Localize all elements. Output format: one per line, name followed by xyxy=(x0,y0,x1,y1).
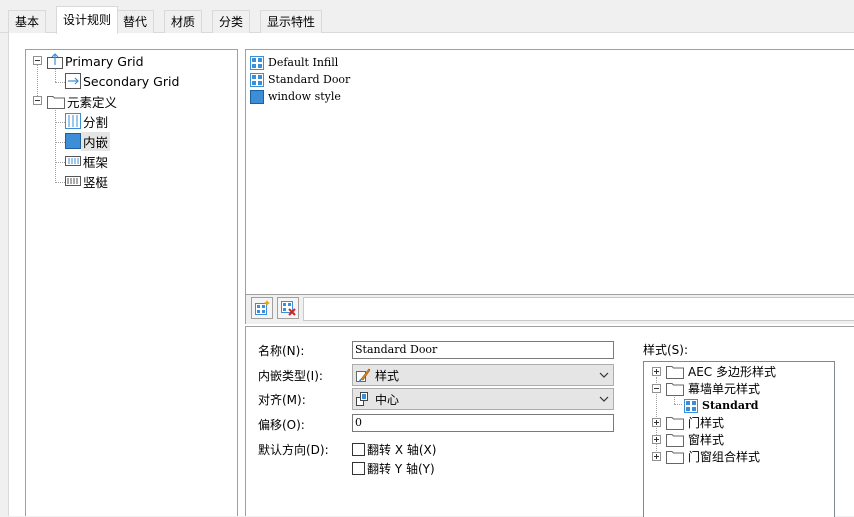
flip-y-label: 翻转 Y 轴(Y) xyxy=(367,462,435,476)
style-item-label: AEC 多边形样式 xyxy=(688,365,776,379)
infill-icon xyxy=(250,89,264,104)
frame-icon xyxy=(65,156,81,166)
tree-item-primary-grid[interactable]: Primary Grid xyxy=(47,52,146,70)
list-item-label: Default Infill xyxy=(268,56,339,69)
expand-toggle[interactable] xyxy=(652,435,661,444)
style-item-curtain-wall-unit[interactable]: 幕墙单元样式 xyxy=(666,380,760,397)
tree-item-label: 内嵌 xyxy=(81,131,111,151)
tab-display-properties[interactable]: 显示特性 xyxy=(260,10,323,33)
styles-label: 样式(S): xyxy=(643,343,689,357)
infill-list[interactable]: Default Infill Standard Door window styl… xyxy=(245,49,854,295)
chevron-down-icon xyxy=(599,396,609,402)
list-item[interactable]: Standard Door xyxy=(250,71,350,88)
align-label: 对齐(M): xyxy=(258,393,306,407)
folder-icon xyxy=(666,366,684,379)
align-value: 中心 xyxy=(375,392,400,407)
toolbar-filter-field[interactable] xyxy=(303,297,854,321)
checkbox-box[interactable] xyxy=(352,462,365,475)
infill-type-label: 内嵌类型(I): xyxy=(258,369,323,383)
folder-open-icon xyxy=(666,383,684,396)
infill-style-icon xyxy=(250,55,264,70)
primary-grid-icon xyxy=(47,53,63,69)
list-item[interactable]: window style xyxy=(250,88,341,105)
list-item-label: window style xyxy=(268,90,341,103)
brush-icon xyxy=(356,368,371,382)
tree-item-label: Secondary Grid xyxy=(83,73,180,89)
tree-item-secondary-grid[interactable]: Secondary Grid xyxy=(65,72,181,90)
infill-type-dropdown[interactable]: 样式 xyxy=(352,364,614,386)
collapse-toggle[interactable] xyxy=(33,56,42,65)
infill-style-icon xyxy=(684,398,698,413)
style-item-label: 门窗组合样式 xyxy=(688,450,761,464)
tree-item-label: 框架 xyxy=(83,154,109,170)
tree-item-label: 竖梃 xyxy=(83,174,109,190)
secondary-grid-icon xyxy=(65,73,81,89)
style-item-window[interactable]: 窗样式 xyxy=(666,431,724,448)
collapse-toggle[interactable] xyxy=(652,384,661,393)
style-item-door-window-assembly[interactable]: 门窗组合样式 xyxy=(666,448,760,465)
tab-overrides[interactable]: 替代 xyxy=(116,10,155,33)
style-item-door[interactable]: 门样式 xyxy=(666,414,724,431)
style-item-label: 幕墙单元样式 xyxy=(688,382,761,396)
style-item-standard[interactable]: Standard xyxy=(684,397,758,414)
tab-materials[interactable]: 材质 xyxy=(164,10,203,33)
name-field[interactable]: Standard Door xyxy=(352,341,614,359)
tree-item-label: 元素定义 xyxy=(67,94,118,110)
mullion-icon xyxy=(65,176,81,186)
tree-item-mullion[interactable]: 竖梃 xyxy=(65,172,110,190)
align-center-icon xyxy=(356,392,368,406)
tab-basic[interactable]: 基本 xyxy=(8,10,47,33)
tree-item-label: 分割 xyxy=(83,114,109,130)
infill-properties-panel: 名称(N): Standard Door 内嵌类型(I): 样式 对齐(M): … xyxy=(245,326,854,517)
offset-label: 偏移(O): xyxy=(258,418,305,432)
style-item-aec-polygon[interactable]: AEC 多边形样式 xyxy=(666,363,776,380)
chevron-down-icon xyxy=(599,372,609,378)
align-dropdown[interactable]: 中心 xyxy=(352,388,614,410)
list-item-label: Standard Door xyxy=(268,73,351,86)
style-item-label: Standard xyxy=(702,399,759,412)
expand-toggle[interactable] xyxy=(652,418,661,427)
expand-toggle[interactable] xyxy=(652,367,661,376)
division-icon xyxy=(65,113,81,129)
styles-tree[interactable]: AEC 多边形样式 幕墙单元样式 Standard 门样式 窗样式 门窗组合样式 xyxy=(643,361,835,517)
name-label: 名称(N): xyxy=(258,344,305,358)
tab-strip: 基本 设计规则 替代 材质 分类 显示特性 xyxy=(0,0,854,34)
delete-infill-icon xyxy=(281,301,296,316)
folder-icon xyxy=(47,96,65,109)
style-item-label: 门样式 xyxy=(688,416,725,430)
infill-icon xyxy=(65,133,81,149)
element-tree[interactable]: Primary Grid Secondary Grid 元素定义 分割 内嵌 框… xyxy=(25,49,238,516)
checkbox-box[interactable] xyxy=(352,443,365,456)
list-item[interactable]: Default Infill xyxy=(250,54,338,71)
tab-design-rules[interactable]: 设计规则 xyxy=(56,6,119,34)
folder-icon xyxy=(666,434,684,447)
tree-item-element-definitions[interactable]: 元素定义 xyxy=(47,92,119,110)
list-toolbar xyxy=(245,295,854,324)
style-item-label: 窗样式 xyxy=(688,433,725,447)
expand-toggle[interactable] xyxy=(652,452,661,461)
offset-field[interactable]: 0 xyxy=(352,414,614,432)
folder-icon xyxy=(666,451,684,464)
infill-type-value: 样式 xyxy=(375,368,400,383)
flip-y-checkbox[interactable]: 翻转 Y 轴(Y) xyxy=(352,460,435,477)
folder-icon xyxy=(666,417,684,430)
orientation-label: 默认方向(D): xyxy=(258,443,329,457)
tree-item-frame[interactable]: 框架 xyxy=(65,152,110,170)
tree-item-infill[interactable]: 内嵌 xyxy=(65,131,111,151)
tab-classifications[interactable]: 分类 xyxy=(212,10,251,33)
tree-item-label: Primary Grid xyxy=(65,53,144,69)
delete-infill-button[interactable] xyxy=(277,297,299,319)
new-infill-button[interactable] xyxy=(251,297,273,319)
infill-style-icon xyxy=(250,72,264,87)
flip-x-label: 翻转 X 轴(X) xyxy=(367,443,437,457)
flip-x-checkbox[interactable]: 翻转 X 轴(X) xyxy=(352,441,436,458)
tree-item-division[interactable]: 分割 xyxy=(65,112,110,130)
collapse-toggle[interactable] xyxy=(33,96,42,105)
new-infill-icon xyxy=(255,300,270,315)
